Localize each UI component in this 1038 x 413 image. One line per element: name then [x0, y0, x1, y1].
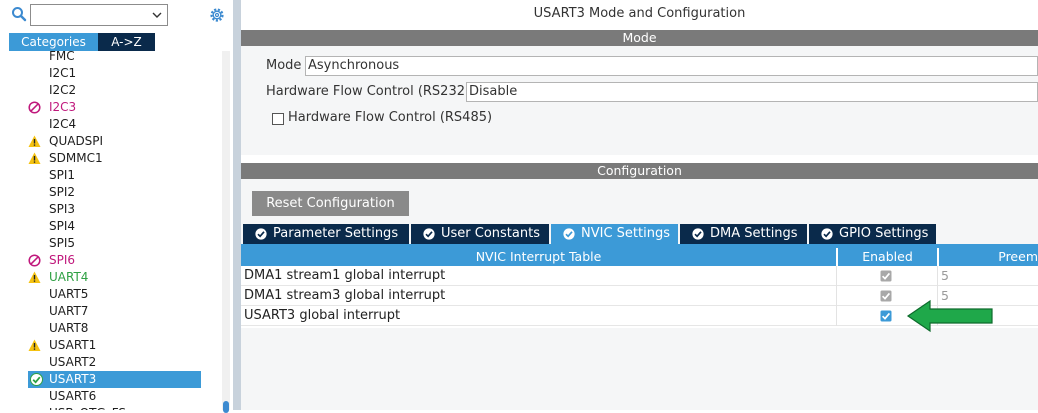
mode-select[interactable]: Asynchronous: [305, 56, 1038, 76]
configuration-section-header: Configuration: [241, 163, 1038, 179]
column-divider: [836, 266, 837, 326]
check-circle-icon: [821, 228, 833, 240]
scrollbar-thumb[interactable]: [223, 401, 229, 413]
check-circle-icon: [30, 373, 43, 386]
search-icon[interactable]: [11, 6, 27, 22]
peripheral-label: UART5: [49, 287, 89, 301]
warning-icon: [28, 339, 41, 351]
check-circle-icon: [692, 228, 704, 240]
page-title: USART3 Mode and Configuration: [533, 6, 746, 21]
enabled-checkbox: [880, 270, 892, 282]
hwfc-rs485-label: Hardware Flow Control (RS485): [288, 110, 493, 125]
vertical-scrollbar[interactable]: [222, 51, 230, 413]
table-row[interactable]: DMA1 stream1 global interrupt 5: [241, 266, 1038, 286]
search-input[interactable]: [30, 4, 168, 26]
peripheral-label: SPI3: [49, 202, 76, 216]
check-circle-icon: [423, 228, 435, 240]
peripheral-label: I2C3: [49, 100, 77, 114]
peripheral-label: QUADSPI: [49, 134, 104, 148]
left-panel: Categories A->Z FMC I2C1 I2C2 I2C3 I2C4 QUADS…: [0, 0, 233, 413]
warning-icon: [28, 271, 41, 283]
disabled-icon: [28, 101, 41, 114]
interrupt-name: DMA1 stream3 global interrupt: [244, 288, 446, 303]
peripheral-label: SPI5: [49, 236, 76, 250]
right-panel: USART3 Mode and Configuration Mode Mode …: [241, 0, 1038, 410]
peripheral-label: SPI1: [49, 168, 76, 182]
peripheral-label: UART4: [49, 270, 89, 284]
preemption-priority[interactable]: 5: [941, 268, 949, 283]
chevron-down-icon[interactable]: [151, 9, 163, 21]
reset-configuration-button[interactable]: Reset Configuration: [252, 191, 409, 216]
mode-section: Mode Asynchronous Hardware Flow Control …: [241, 46, 1038, 155]
interrupt-name: USART3 global interrupt: [244, 308, 401, 323]
peripheral-label: USART6: [49, 389, 97, 403]
peripheral-label: UART7: [49, 304, 89, 318]
warning-icon: [28, 152, 41, 164]
enabled-checkbox: [880, 290, 892, 302]
category-tabs: Categories A->Z: [9, 33, 155, 51]
peripheral-label: I2C4: [49, 117, 77, 131]
peripheral-label: I2C1: [49, 66, 77, 80]
hwfc-rs232-label: Hardware Flow Control (RS232): [266, 84, 471, 99]
peripheral-label: SPI4: [49, 219, 76, 233]
tab-label: GPIO Settings: [839, 226, 929, 241]
tab-nvic-settings[interactable]: NVIC Settings: [551, 224, 678, 244]
peripheral-label: USART3: [49, 372, 97, 386]
peripheral-label: SPI2: [49, 185, 76, 199]
column-header-preemption[interactable]: Preem: [939, 248, 1038, 266]
peripheral-label: FMC: [49, 51, 75, 63]
peripheral-list: FMC I2C1 I2C2 I2C3 I2C4 QUADSPI SDMMC1 SPI1 SPI2…: [0, 51, 222, 410]
warning-icon: [28, 135, 41, 147]
tab-parameter-settings[interactable]: Parameter Settings: [243, 224, 409, 244]
enabled-checkbox[interactable]: [880, 310, 892, 322]
mode-section-header: Mode: [241, 30, 1038, 46]
mode-label: Mode: [266, 58, 302, 73]
peripheral-label: I2C2: [49, 83, 77, 97]
column-header-interrupt[interactable]: NVIC Interrupt Table: [241, 248, 836, 266]
check-circle-icon: [563, 228, 575, 240]
tab-label: NVIC Settings: [581, 226, 670, 241]
peripheral-item[interactable]: USART3: [28, 371, 201, 388]
peripheral-label: USB_OTG_FS: [49, 405, 126, 410]
tab-label: Parameter Settings: [273, 226, 399, 241]
column-header-enabled[interactable]: Enabled: [838, 248, 937, 266]
peripheral-label: USART2: [49, 355, 97, 369]
tab-dma-settings[interactable]: DMA Settings: [680, 224, 807, 244]
arrow-left-icon: [906, 299, 993, 333]
tab-gpio-settings[interactable]: GPIO Settings: [809, 224, 936, 244]
panel-splitter[interactable]: [233, 0, 241, 410]
interrupt-name: DMA1 stream1 global interrupt: [244, 268, 446, 283]
hwfc-rs232-select[interactable]: Disable: [466, 82, 1038, 102]
tab-label: User Constants: [441, 226, 540, 241]
tab-a-to-z[interactable]: A->Z: [98, 33, 155, 51]
gear-icon[interactable]: [208, 6, 226, 24]
tab-user-constants[interactable]: User Constants: [411, 224, 549, 244]
disabled-icon: [28, 254, 41, 267]
peripheral-label: USART1: [49, 338, 97, 352]
hwfc-rs485-checkbox[interactable]: [272, 113, 284, 125]
peripheral-label: SDMMC1: [49, 151, 103, 165]
peripheral-label: SPI6: [49, 253, 76, 267]
check-circle-icon: [255, 228, 267, 240]
tab-categories[interactable]: Categories: [9, 33, 98, 51]
peripheral-label: UART8: [49, 321, 89, 335]
tab-label: DMA Settings: [710, 226, 798, 241]
